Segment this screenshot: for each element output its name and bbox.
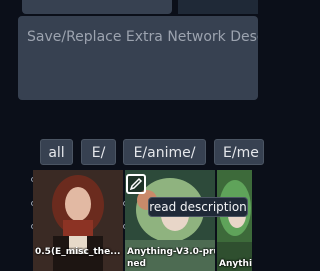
top-tab-bar — [0, 0, 258, 14]
filter-all-button[interactable]: all — [40, 139, 73, 165]
network-card[interactable]: 0.5(E_misc_the... — [33, 170, 123, 271]
tab-inactive[interactable] — [178, 0, 258, 14]
card-label-line2: Anythin — [219, 259, 252, 269]
card-label: 0.5(E_misc_the... — [35, 247, 121, 257]
filter-e-anime-button[interactable]: E/anime/ — [123, 139, 206, 165]
tab-active[interactable] — [22, 0, 172, 14]
tooltip: read description — [148, 197, 248, 217]
card-thumbnail — [217, 170, 252, 271]
filter-e-me-button[interactable]: E/me — [214, 139, 264, 165]
pencil-icon — [129, 177, 143, 191]
card-label: Anything-V3.0-pru — [127, 247, 215, 257]
description-input[interactable]: Save/Replace Extra Network Description — [18, 16, 258, 100]
edit-description-icon[interactable] — [126, 174, 146, 194]
filter-e-button[interactable]: E/ — [81, 139, 116, 165]
network-card[interactable]: Anythin — [217, 170, 252, 271]
card-label-line2: ned — [127, 259, 146, 269]
